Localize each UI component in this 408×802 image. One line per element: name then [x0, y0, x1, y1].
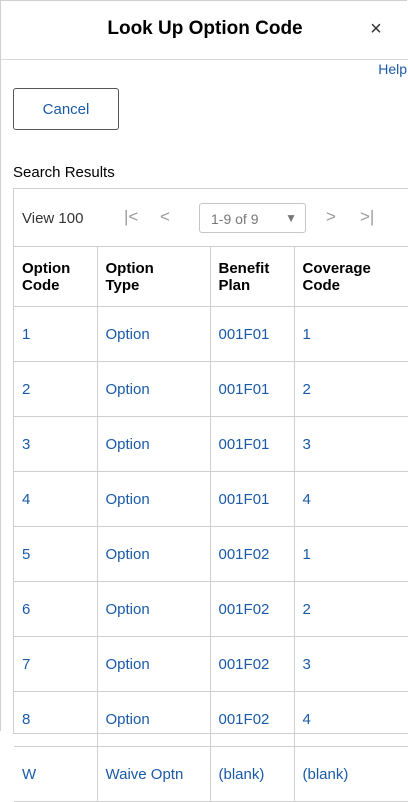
option-type-cell[interactable]: Option: [96, 416, 211, 472]
option-code-cell[interactable]: 8: [14, 691, 98, 747]
benefit-plan-cell[interactable]: 001F02: [209, 691, 295, 747]
option-type-cell[interactable]: Waive Optn: [96, 746, 211, 802]
table-row[interactable]: 6 Option 001F02 2: [14, 581, 408, 637]
option-code-cell[interactable]: 3: [14, 416, 98, 472]
option-code-cell[interactable]: 2: [14, 361, 98, 417]
option-type-cell[interactable]: Option: [96, 691, 211, 747]
lookup-dialog: Look Up Option Code × Help Cancel Search…: [0, 0, 408, 802]
table-row[interactable]: 8 Option 001F02 4: [14, 691, 408, 747]
benefit-plan-cell[interactable]: 001F01: [209, 361, 295, 417]
page-range-value: 1-9 of 9: [211, 211, 259, 227]
search-results-label: Search Results: [13, 164, 115, 181]
coverage-code-cell[interactable]: 4: [293, 691, 408, 747]
table-row[interactable]: 5 Option 001F02 1: [14, 526, 408, 582]
benefit-plan-cell[interactable]: 001F02: [209, 581, 295, 637]
coverage-code-cell[interactable]: 1: [293, 306, 408, 362]
option-type-cell[interactable]: Option: [96, 581, 211, 637]
chevron-down-icon: ▼: [285, 211, 297, 225]
search-results-grid: View 100 |< < 1-9 of 9 ▼ > >| Option Code…: [13, 188, 408, 802]
grid-pager: View 100 |< < 1-9 of 9 ▼ > >|: [14, 189, 408, 247]
coverage-code-cell[interactable]: 3: [293, 636, 408, 692]
benefit-plan-cell[interactable]: 001F02: [209, 636, 295, 692]
table-row[interactable]: 4 Option 001F01 4: [14, 471, 408, 527]
option-code-cell[interactable]: 4: [14, 471, 98, 527]
option-type-cell[interactable]: Option: [96, 306, 211, 362]
option-code-cell[interactable]: 6: [14, 581, 98, 637]
coverage-code-cell[interactable]: (blank): [293, 746, 408, 802]
coverage-code-cell[interactable]: 4: [293, 471, 408, 527]
coverage-code-cell[interactable]: 2: [293, 361, 408, 417]
coverage-code-cell[interactable]: 3: [293, 416, 408, 472]
table-row[interactable]: W Waive Optn (blank) (blank): [14, 746, 408, 802]
help-link[interactable]: Help: [378, 61, 407, 77]
view-100-link[interactable]: View 100: [22, 210, 83, 227]
option-type-cell[interactable]: Option: [96, 471, 211, 527]
benefit-plan-cell[interactable]: 001F01: [209, 471, 295, 527]
option-type-cell[interactable]: Option: [96, 361, 211, 417]
table-row[interactable]: 3 Option 001F01 3: [14, 416, 408, 472]
column-header-coverage-code[interactable]: Coverage Code: [293, 246, 408, 307]
benefit-plan-cell[interactable]: (blank): [209, 746, 295, 802]
previous-page-icon[interactable]: <: [160, 207, 170, 227]
last-page-icon[interactable]: >|: [360, 207, 374, 227]
table-row[interactable]: 2 Option 001F01 2: [14, 361, 408, 417]
option-code-cell[interactable]: 5: [14, 526, 98, 582]
page-range-select[interactable]: 1-9 of 9 ▼: [199, 203, 306, 233]
option-code-cell[interactable]: 1: [14, 306, 98, 362]
table-row[interactable]: 1 Option 001F01 1: [14, 306, 408, 362]
option-type-cell[interactable]: Option: [96, 526, 211, 582]
benefit-plan-cell[interactable]: 001F01: [209, 416, 295, 472]
benefit-plan-cell[interactable]: 001F01: [209, 306, 295, 362]
coverage-code-cell[interactable]: 1: [293, 526, 408, 582]
column-header-option-code[interactable]: Option Code: [14, 246, 98, 307]
column-header-option-type[interactable]: Option Type: [96, 246, 211, 307]
table-header-row: Option Code Option Type Benefit Plan Covera…: [14, 246, 408, 307]
close-icon[interactable]: ×: [365, 19, 387, 39]
dialog-title: Look Up Option Code: [107, 18, 303, 39]
coverage-code-cell[interactable]: 2: [293, 581, 408, 637]
cancel-button[interactable]: Cancel: [13, 88, 119, 130]
option-code-cell[interactable]: W: [14, 746, 98, 802]
next-page-icon[interactable]: >: [326, 207, 336, 227]
option-code-cell[interactable]: 7: [14, 636, 98, 692]
dialog-titlebar: Look Up Option Code ×: [1, 1, 408, 60]
table-row[interactable]: 7 Option 001F02 3: [14, 636, 408, 692]
results-table: Option Code Option Type Benefit Plan Covera…: [14, 246, 408, 802]
first-page-icon[interactable]: |<: [124, 207, 138, 227]
benefit-plan-cell[interactable]: 001F02: [209, 526, 295, 582]
option-type-cell[interactable]: Option: [96, 636, 211, 692]
column-header-benefit-plan[interactable]: Benefit Plan: [209, 246, 295, 307]
